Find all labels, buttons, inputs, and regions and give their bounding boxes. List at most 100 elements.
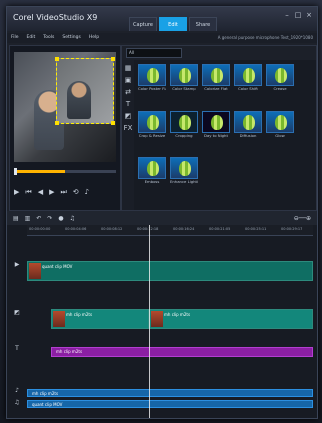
music-clip[interactable]: quant clip MOV: [27, 400, 313, 408]
filter-thumb[interactable]: Emboss: [138, 157, 166, 187]
minimize-button[interactable]: –: [283, 11, 291, 19]
filter-label: Color Poster Flat: [138, 86, 166, 91]
redo-icon[interactable]: ↷: [47, 215, 52, 222]
resize-handle[interactable]: [111, 57, 115, 61]
library-category-dropdown[interactable]: All: [126, 48, 182, 58]
overlay-track: mh clip m2ts mh clip m2ts: [27, 309, 313, 329]
clip-thumbnail: [151, 311, 163, 327]
volume-icon[interactable]: ♪: [85, 188, 89, 196]
media-icon[interactable]: ▦: [125, 64, 132, 72]
clip-thumbnail: [29, 263, 41, 279]
video-clip[interactable]: quant clip MOV: [27, 261, 313, 281]
overlay-clip[interactable]: [55, 57, 115, 125]
library-sidebar: ▦ ▣ ⇄ T ◩ FX: [122, 60, 134, 210]
title-bar: Corel VideoStudio X9 Capture Edit Share …: [7, 7, 317, 31]
maximize-button[interactable]: □: [294, 11, 302, 19]
filter-label: Cropping: [175, 132, 193, 138]
end-icon[interactable]: ⏭: [60, 188, 66, 197]
filter-label: Day to Night: [204, 132, 228, 138]
playhead[interactable]: [149, 225, 150, 418]
app-window: Corel VideoStudio X9 Capture Edit Share …: [6, 6, 318, 419]
ruler-tick: 00:00:16:24: [173, 227, 195, 231]
menu-tools[interactable]: Tools: [43, 34, 54, 42]
filter-label: Crease: [273, 86, 287, 91]
undo-icon[interactable]: ↶: [36, 215, 41, 222]
filter-label: Crop & Resize: [138, 132, 166, 138]
play-icon[interactable]: ▶: [14, 188, 19, 196]
timeline-panel: ▤ ▥ ↶ ↷ ● ♫ ⊖──⊕ 00:00:00:00 00:00:04:06…: [7, 211, 317, 418]
title-track-icon[interactable]: T: [7, 345, 27, 365]
library-panel: All ▦ ▣ ⇄ T ◩ FX Color Poster Flat Color…: [121, 45, 317, 211]
filter-thumb[interactable]: Color Shift: [234, 64, 262, 94]
timeline-ruler[interactable]: 00:00:00:00 00:00:04:06 00:00:08:12 00:0…: [27, 225, 313, 236]
clip-label: mh clip m2ts: [56, 349, 83, 354]
filter-thumb[interactable]: Glow: [266, 110, 294, 141]
clip-label: quant clip MOV: [42, 264, 73, 269]
overlay-clip-2[interactable]: mh clip m2ts: [149, 309, 313, 329]
record-icon[interactable]: ●: [58, 215, 63, 222]
title-clip[interactable]: mh clip m2ts: [51, 347, 313, 357]
instant-project-icon[interactable]: ▣: [125, 76, 132, 84]
window-controls: – □ ×: [280, 11, 313, 19]
clip-thumbnail: [53, 311, 65, 327]
tab-share[interactable]: Share: [189, 17, 217, 31]
clip-label: mh clip m2ts: [66, 312, 93, 317]
menu-bar: File Edit Tools Settings Help A general …: [7, 33, 317, 43]
prev-frame-icon[interactable]: ◀: [38, 188, 43, 196]
transition-icon[interactable]: ⇄: [125, 88, 131, 96]
resize-handle[interactable]: [111, 121, 115, 125]
title-track: mh clip m2ts: [27, 347, 313, 357]
home-icon[interactable]: ⏮: [25, 188, 31, 197]
menu-help[interactable]: Help: [89, 34, 99, 42]
desktop-frame: Corel VideoStudio X9 Capture Edit Share …: [0, 0, 322, 423]
scrub-thumb[interactable]: [14, 168, 17, 175]
video-track-icon[interactable]: ▶: [7, 261, 27, 281]
resize-handle[interactable]: [55, 121, 59, 125]
menu-edit[interactable]: Edit: [27, 34, 36, 42]
voice-clip[interactable]: mh clip m2ts: [27, 389, 313, 397]
filter-thumb[interactable]: Cropping: [170, 110, 198, 141]
player-panel: ▶ ⏮ ◀ ▶ ⏭ ⟲ ♪: [9, 45, 121, 211]
app-logo: Corel VideoStudio X9: [13, 13, 98, 22]
tab-capture[interactable]: Capture: [129, 17, 157, 31]
tab-edit[interactable]: Edit: [159, 17, 187, 31]
storyboard-view-icon[interactable]: ▤: [13, 215, 19, 222]
close-button[interactable]: ×: [305, 11, 313, 19]
library-toolbar: All: [122, 46, 316, 60]
repeat-icon[interactable]: ⟲: [73, 188, 79, 196]
preview-screen[interactable]: [14, 52, 116, 162]
graphic-icon[interactable]: ◩: [125, 112, 132, 120]
overlay-track-icon[interactable]: ◩: [7, 309, 27, 329]
audio-mixer-icon[interactable]: ♫: [70, 215, 75, 222]
filter-thumb[interactable]: Color Stamp: [170, 64, 198, 94]
filter-thumb[interactable]: Enhance Lighting: [170, 157, 198, 187]
title-icon[interactable]: T: [126, 100, 130, 108]
music-track-icon[interactable]: ♫: [7, 399, 27, 418]
clip-label: quant clip MOV: [32, 402, 63, 407]
timeline-view-icon[interactable]: ▥: [25, 215, 31, 222]
filter-label: Enhance Lighting: [170, 179, 198, 185]
filter-thumb[interactable]: Colorize Flat: [202, 64, 230, 94]
resize-handle[interactable]: [55, 57, 59, 61]
filter-label: Color Stamp: [172, 86, 196, 91]
filter-thumb[interactable]: Color Poster Flat: [138, 64, 166, 94]
filter-label: Glow: [275, 132, 285, 138]
workspace-tabs: Capture Edit Share: [129, 17, 219, 31]
next-frame-icon[interactable]: ▶: [49, 188, 54, 196]
filter-thumb[interactable]: Diffusion: [234, 110, 262, 141]
playback-controls: ▶ ⏮ ◀ ▶ ⏭ ⟲ ♪: [14, 178, 116, 206]
timeline-toolbar: ▤ ▥ ↶ ↷ ● ♫ ⊖──⊕: [7, 211, 317, 225]
filter-thumb[interactable]: Crease: [266, 64, 294, 94]
menu-file[interactable]: File: [11, 34, 19, 42]
ruler-tick: 00:00:29:17: [281, 227, 303, 231]
scrub-bar[interactable]: [14, 168, 116, 175]
overlay-clip-1[interactable]: mh clip m2ts: [51, 309, 149, 329]
clip-label: mh clip m2ts: [32, 391, 59, 396]
filter-thumb[interactable]: Day to Night: [202, 110, 230, 141]
filter-icon[interactable]: FX: [124, 124, 133, 132]
filter-thumb[interactable]: Crop & Resize: [138, 110, 166, 141]
zoom-slider-icon[interactable]: ⊖──⊕: [294, 215, 311, 222]
menu-settings[interactable]: Settings: [62, 34, 80, 42]
video-track: quant clip MOV: [27, 261, 313, 281]
ruler-tick: 00:00:00:00: [29, 227, 51, 231]
